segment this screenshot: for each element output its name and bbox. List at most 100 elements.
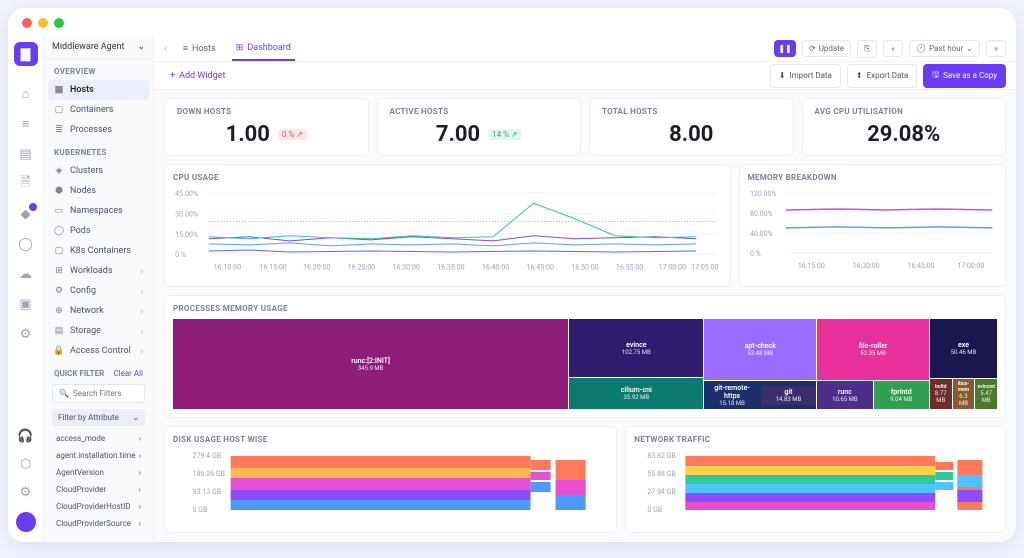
minimize-icon[interactable] bbox=[38, 18, 48, 28]
alert-icon[interactable]: ◆ bbox=[18, 206, 34, 222]
svg-text:16:55:00: 16:55:00 bbox=[616, 262, 643, 271]
layers-icon[interactable]: ▤ bbox=[18, 146, 34, 162]
add-widget-button[interactable]: +Add Widget bbox=[164, 68, 231, 84]
database-icon[interactable]: ◯ bbox=[18, 236, 34, 252]
window-controls[interactable] bbox=[22, 18, 64, 28]
agent-label: Middleware Agent bbox=[52, 42, 124, 52]
import-data-button[interactable]: ⬇Import Data bbox=[770, 64, 841, 88]
pause-button[interactable]: ❚❚ bbox=[774, 40, 796, 57]
svg-text:27.94 GB: 27.94 GB bbox=[648, 488, 676, 496]
sidebar-item-nodes[interactable]: ⬢Nodes bbox=[44, 181, 153, 201]
save-as-copy-button[interactable]: 🖫Save as a Copy bbox=[923, 64, 1006, 88]
filter-cloud-provider-source[interactable]: CloudProviderSource› bbox=[44, 515, 153, 532]
home-icon[interactable]: ⌂ bbox=[18, 86, 34, 102]
tab-dashboard[interactable]: ⊞Dashboard bbox=[232, 37, 295, 61]
treemap-cell[interactable]: evince102.75 MB bbox=[569, 319, 703, 377]
agent-selector[interactable]: Middleware Agent ⌄ bbox=[44, 36, 153, 59]
section-overview: OVERVIEW bbox=[44, 59, 153, 80]
sidebar-item-processes[interactable]: ≣Processes bbox=[44, 120, 153, 140]
chevron-down-icon: ⌄ bbox=[132, 413, 139, 422]
treemap-cell[interactable]: git14.83 MB bbox=[761, 386, 816, 405]
workload-icon: ⊞ bbox=[54, 266, 64, 276]
file-icon[interactable]: 🗎 bbox=[18, 176, 34, 192]
chevron-right-icon: › bbox=[141, 327, 143, 336]
lock-icon: 🔒 bbox=[54, 346, 64, 356]
list-icon: ≡ bbox=[183, 43, 188, 54]
gear-icon[interactable]: ⚙ bbox=[18, 326, 34, 342]
filter-cloud-provider[interactable]: CloudProvider› bbox=[44, 481, 153, 498]
time-range-selector[interactable]: 🕐Past hour⌄ bbox=[909, 40, 980, 57]
sidebar: Middleware Agent ⌄ OVERVIEW ▦Hosts ▢Cont… bbox=[44, 36, 154, 542]
svg-text:0 GB: 0 GB bbox=[193, 506, 208, 514]
next-button[interactable]: » bbox=[986, 40, 1006, 57]
cloud-icon[interactable]: ☁ bbox=[18, 266, 34, 282]
quick-filter-title: QUICK FILTER bbox=[54, 369, 104, 378]
filter-agent-version[interactable]: AgentVersion› bbox=[44, 464, 153, 481]
treemap-cell[interactable]: file-roller52.35 MB bbox=[817, 319, 929, 380]
actionbar: +Add Widget ⬇Import Data ⬆Export Data 🖫S… bbox=[154, 62, 1016, 90]
server-icon: ▦ bbox=[54, 85, 64, 95]
sidebar-item-namespaces[interactable]: ▭Namespaces bbox=[44, 201, 153, 221]
svg-text:16:45:00: 16:45:00 bbox=[907, 262, 934, 270]
copy-button[interactable]: ⎘ bbox=[857, 40, 877, 58]
sidebar-item-clusters[interactable]: ◈Clusters bbox=[44, 161, 153, 181]
tab-hosts[interactable]: ≡Hosts bbox=[179, 37, 220, 60]
svg-text:16:10:00: 16:10:00 bbox=[214, 262, 241, 271]
update-button[interactable]: ⟳Update bbox=[802, 40, 851, 57]
treemap-cell[interactable]: apt-check53.48 MB bbox=[704, 319, 816, 380]
treemap-cell[interactable]: ibus-mem6.3 MB bbox=[953, 379, 975, 409]
filter-by-attribute[interactable]: Filter by Attribute ⌄ bbox=[52, 409, 145, 426]
package-icon[interactable]: ⬡ bbox=[18, 456, 34, 472]
filter-agent-install-time[interactable]: agent.installation.time› bbox=[44, 447, 153, 464]
filter-access-mode[interactable]: access_mode› bbox=[44, 430, 153, 447]
disk-chart: 279.4 GB186.26 GB93.13 GB0 GB bbox=[173, 450, 608, 520]
treemap-cell[interactable]: runc10.65 MB bbox=[817, 381, 872, 409]
logo-icon[interactable]: ▇ bbox=[14, 42, 38, 66]
svg-text:16:15:00: 16:15:00 bbox=[798, 262, 825, 270]
sidebar-item-containers[interactable]: ▢Containers bbox=[44, 100, 153, 120]
svg-text:30.00%: 30.00% bbox=[175, 209, 198, 218]
cube-icon[interactable]: ▣ bbox=[18, 296, 34, 312]
sidebar-item-hosts[interactable]: ▦Hosts bbox=[48, 80, 149, 100]
svg-text:16:35:00: 16:35:00 bbox=[437, 262, 464, 271]
filter-search[interactable]: 🔍 bbox=[52, 384, 145, 403]
chevron-right-icon: › bbox=[139, 502, 141, 511]
avatar[interactable] bbox=[16, 512, 36, 532]
close-icon[interactable] bbox=[22, 18, 32, 28]
maximize-icon[interactable] bbox=[54, 18, 64, 28]
sidebar-item-config[interactable]: ⚙Config› bbox=[44, 281, 153, 301]
container-icon: ▢ bbox=[54, 246, 64, 256]
filter-cloud-provider-host-id[interactable]: CloudProviderHostID› bbox=[44, 498, 153, 515]
treemap-cell[interactable]: exe50.46 MB bbox=[930, 319, 997, 378]
svg-text:0 GB: 0 GB bbox=[648, 506, 663, 514]
chevron-down-icon: ⌄ bbox=[137, 42, 145, 52]
export-data-button[interactable]: ⬆Export Data bbox=[847, 64, 917, 88]
svg-text:16:45:00: 16:45:00 bbox=[527, 262, 554, 271]
storage-icon: ▤ bbox=[54, 326, 64, 336]
collapse-sidebar-icon[interactable]: ‹ bbox=[164, 44, 167, 54]
treemap-cell[interactable]: runc:[2:INIT]345.9 MB bbox=[173, 319, 568, 409]
prev-button[interactable]: « bbox=[883, 40, 903, 57]
sidebar-item-storage[interactable]: ▤Storage› bbox=[44, 321, 153, 341]
sidebar-item-pods[interactable]: ◯Pods bbox=[44, 221, 153, 241]
svg-text:16:50:00: 16:50:00 bbox=[571, 262, 598, 271]
sidebar-item-k8s-containers[interactable]: ▢K8s Containers bbox=[44, 241, 153, 261]
treemap-cell[interactable]: fprintd9.04 MB bbox=[874, 381, 929, 409]
treemap-cell[interactable]: evinced5.47 MB bbox=[975, 379, 997, 409]
treemap-cell[interactable]: git-remote-https15.18 MB bbox=[704, 382, 759, 409]
chevron-right-icon: › bbox=[139, 485, 141, 494]
clear-all-link[interactable]: Clear All bbox=[113, 369, 143, 378]
filter-search-input[interactable] bbox=[73, 389, 154, 398]
treemap-cell[interactable]: cilium-cni35.92 MB bbox=[569, 378, 703, 409]
headset-icon[interactable]: 🎧 bbox=[18, 428, 34, 444]
sidebar-item-network[interactable]: ⊕Network› bbox=[44, 301, 153, 321]
bars-icon[interactable]: ≡ bbox=[18, 116, 34, 132]
settings-icon[interactable]: ⚙ bbox=[18, 484, 34, 500]
grid-icon: ⊞ bbox=[236, 43, 244, 53]
download-icon: ⬇ bbox=[779, 71, 786, 80]
treemap-cell[interactable]: boltd8.77 MB bbox=[930, 379, 952, 409]
chevron-down-icon: ⌄ bbox=[966, 44, 973, 53]
cpu-chart: 45.00% 30.00% 15.00% 0 % 16:10:0016:15:0… bbox=[173, 188, 722, 274]
sidebar-item-workloads[interactable]: ⊞Workloads› bbox=[44, 261, 153, 281]
sidebar-item-access-control[interactable]: 🔒Access Control› bbox=[44, 341, 153, 361]
